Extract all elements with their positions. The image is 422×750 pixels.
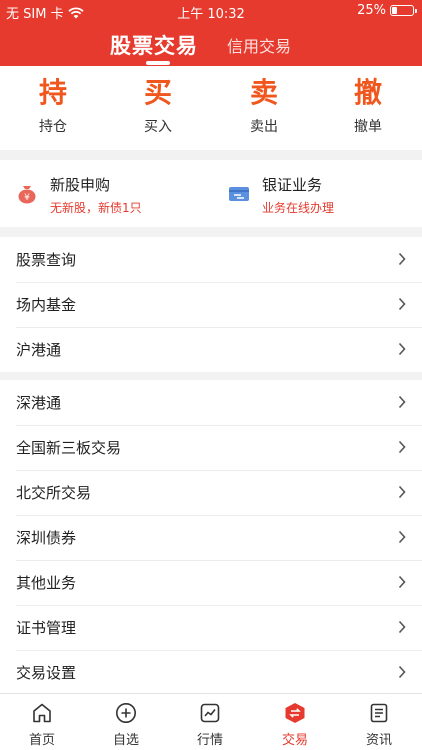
holdings-label: 持仓 — [39, 119, 67, 135]
nav-label: 交易 — [281, 733, 308, 748]
svg-text:¥: ¥ — [24, 193, 30, 203]
menu-item-stock-query[interactable]: 股票查询 — [0, 237, 422, 282]
cancel-order-button[interactable]: 撤 撤单 — [328, 76, 408, 136]
chevron-right-icon — [398, 485, 406, 499]
chevron-right-icon — [398, 342, 406, 356]
menu-item-trade-settings[interactable]: 交易设置 — [0, 650, 422, 695]
menu-group-2: 深港通 全国新三板交易 北交所交易 深圳债券 其他业务 证书管理 交易设置 — [0, 380, 422, 695]
menu-item-label: 交易设置 — [16, 664, 77, 682]
menu-item-shenzhen-hk-connect[interactable]: 深港通 — [0, 380, 422, 425]
nav-trade[interactable]: 交易 — [253, 702, 337, 748]
quick-actions: 持 持仓 买 买入 卖 卖出 撤 撤单 — [0, 66, 422, 150]
nav-home[interactable]: 首页 — [0, 702, 84, 748]
menu-item-label: 北交所交易 — [16, 484, 92, 502]
ipo-title: 新股申购 — [50, 176, 111, 194]
buy-label: 买入 — [144, 119, 172, 135]
chevron-right-icon — [398, 665, 406, 679]
menu-item-other-business[interactable]: 其他业务 — [0, 560, 422, 605]
status-bar: 无 SIM 卡 上午 10:32 25% — [0, 0, 422, 22]
bank-securities-subtitle: 业务在线办理 — [262, 201, 335, 215]
nav-label: 行情 — [196, 733, 223, 748]
bank-securities-button[interactable]: 银证业务 业务在线办理 — [228, 174, 334, 216]
news-icon — [370, 703, 388, 723]
nav-label: 自选 — [112, 733, 139, 748]
menu-item-label: 深港通 — [16, 394, 62, 412]
chevron-right-icon — [398, 440, 406, 454]
sell-button[interactable]: 卖 卖出 — [224, 76, 304, 136]
menu-item-bse-trading[interactable]: 北交所交易 — [0, 470, 422, 515]
money-bag-icon: ¥ — [18, 186, 36, 204]
add-circle-icon — [116, 703, 136, 723]
chevron-right-icon — [398, 395, 406, 409]
menu-item-label: 其他业务 — [16, 574, 77, 592]
trade-type-tabs: 股票交易 信用交易 — [0, 28, 422, 66]
battery-icon — [390, 5, 417, 16]
buy-button[interactable]: 买 买入 — [118, 76, 198, 136]
nav-label: 资讯 — [365, 733, 392, 748]
menu-item-label: 深圳债券 — [16, 529, 77, 547]
tab-stock-trading[interactable]: 股票交易 — [110, 30, 198, 60]
sell-label: 卖出 — [250, 119, 278, 135]
active-tab-indicator — [146, 61, 170, 65]
chevron-right-icon — [398, 620, 406, 634]
cancel-order-icon: 撤 — [353, 76, 382, 109]
ipo-subscription-button[interactable]: ¥ 新股申购 无新股，新债1只 — [16, 174, 142, 216]
menu-item-label: 股票查询 — [16, 251, 77, 269]
menu-item-label: 沪港通 — [16, 341, 62, 359]
bottom-nav: 首页 自选 行情 交易 资讯 — [0, 693, 422, 750]
menu-item-exchange-fund[interactable]: 场内基金 — [0, 282, 422, 327]
buy-icon: 买 — [143, 76, 172, 109]
holdings-icon: 持 — [38, 76, 67, 109]
tab-credit-trading[interactable]: 信用交易 — [227, 33, 291, 57]
nav-watchlist[interactable]: 自选 — [84, 702, 168, 748]
menu-item-certificate-management[interactable]: 证书管理 — [0, 605, 422, 650]
chevron-right-icon — [398, 252, 406, 266]
chevron-right-icon — [398, 297, 406, 311]
battery-percent: 25% — [357, 3, 386, 18]
chevron-right-icon — [398, 530, 406, 544]
chart-icon — [200, 703, 220, 723]
holdings-button[interactable]: 持 持仓 — [13, 76, 93, 136]
menu-item-label: 证书管理 — [16, 619, 77, 637]
menu-item-shenzhen-bonds[interactable]: 深圳债券 — [0, 515, 422, 560]
cancel-order-label: 撤单 — [354, 119, 382, 135]
services-panel: ¥ 新股申购 无新股，新债1只 银证业务 业务在线办理 — [0, 160, 422, 227]
nav-news[interactable]: 资讯 — [337, 702, 421, 748]
bank-card-icon — [229, 187, 249, 201]
sell-icon: 卖 — [249, 76, 278, 109]
home-icon — [33, 703, 51, 723]
menu-item-shanghai-hk-connect[interactable]: 沪港通 — [0, 327, 422, 372]
ipo-subtitle: 无新股，新债1只 — [50, 201, 142, 215]
nav-label: 首页 — [28, 733, 55, 748]
trade-icon — [285, 703, 305, 723]
header: 无 SIM 卡 上午 10:32 25% 股票交易 信用交易 — [0, 0, 422, 66]
bank-securities-title: 银证业务 — [262, 176, 323, 194]
menu-item-label: 场内基金 — [16, 296, 77, 314]
chevron-right-icon — [398, 575, 406, 589]
menu-group-1: 股票查询 场内基金 沪港通 — [0, 237, 422, 372]
menu-item-neeq-trading[interactable]: 全国新三板交易 — [0, 425, 422, 470]
nav-market[interactable]: 行情 — [168, 702, 252, 748]
menu-item-label: 全国新三板交易 — [16, 439, 122, 457]
